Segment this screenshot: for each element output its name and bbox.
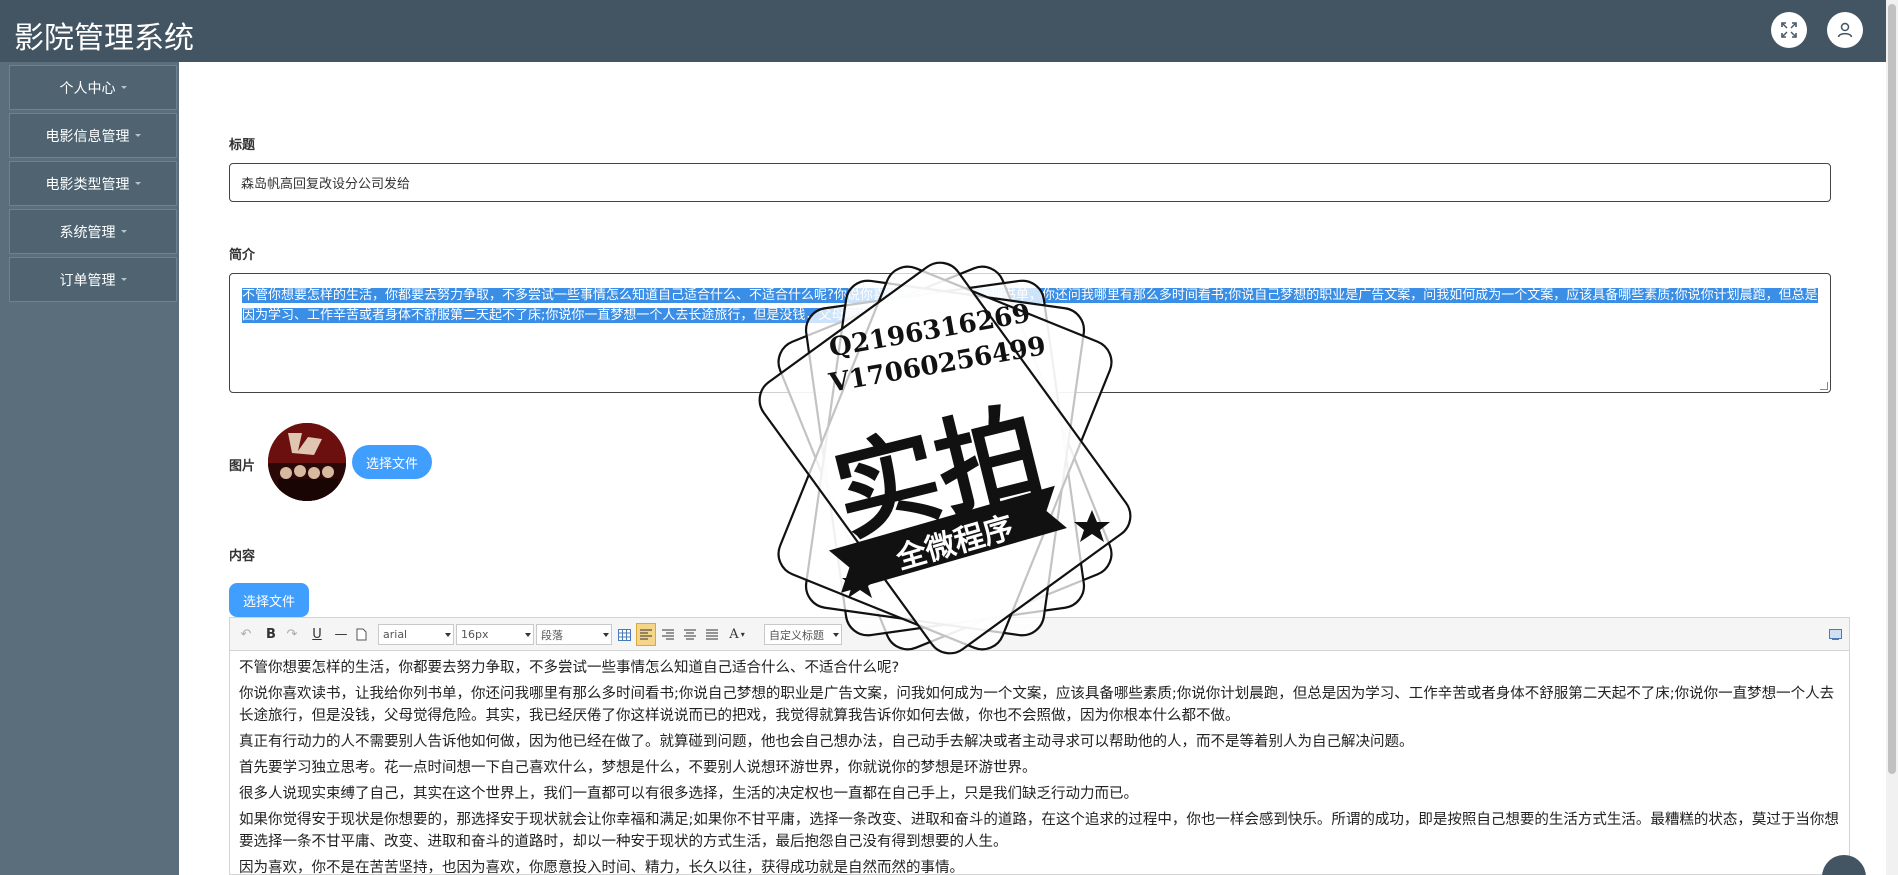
font-size-select[interactable]: 16px	[456, 624, 534, 645]
document-icon[interactable]	[354, 625, 368, 644]
content-paragraph: 不管你想要怎样的生活，你都要去努力争取，不多尝试一些事情怎么知道自己适合什么、不…	[239, 660, 900, 676]
summary-textarea[interactable]: 不管你想要怎样的生活，你都要去努力争取，不多尝试一些事情怎么知道自己适合什么、不…	[229, 273, 1831, 393]
caret-down-icon	[134, 182, 141, 185]
font-size-value: 16px	[461, 628, 489, 641]
sidebar-item-label: 电影信息管理	[45, 128, 130, 145]
bold-button[interactable]: B	[264, 625, 278, 644]
sidebar-item-label: 订单管理	[59, 272, 116, 289]
dropdown-arrow-icon	[833, 633, 839, 637]
rich-text-editor: ↶ B ↷ U — arial 16px 段落 A ▾ 自定义标题 不管你想要怎…	[229, 617, 1850, 875]
font-color-button[interactable]: A ▾	[726, 625, 748, 644]
paragraph-value: 段落	[541, 628, 563, 642]
app-title: 影院管理系统	[14, 21, 194, 56]
dropdown-arrow-icon	[445, 633, 451, 637]
horizontal-rule-icon[interactable]: —	[334, 625, 348, 644]
caret-down-icon	[134, 134, 141, 137]
custom-title-value: 自定义标题	[769, 628, 824, 642]
sidebar: 个人中心 电影信息管理 电影类型管理 系统管理 订单管理	[0, 62, 179, 875]
fullscreen-icon	[1781, 22, 1797, 38]
content-label: 内容	[229, 549, 256, 564]
editor-toolbar: ↶ B ↷ U — arial 16px 段落 A ▾ 自定义标题	[230, 618, 1849, 651]
caret-down-icon	[120, 230, 127, 233]
align-right-icon[interactable]	[660, 625, 676, 644]
summary-selected-text: 不管你想要怎样的生活，你都要去努力争取，不多尝试一些事情怎么知道自己适合什么、不…	[242, 288, 1818, 323]
top-header: 影院管理系统	[0, 0, 1886, 62]
editor-content[interactable]: 不管你想要怎样的生活，你都要去努力争取，不多尝试一些事情怎么知道自己适合什么、不…	[230, 651, 1849, 875]
user-icon	[1837, 22, 1853, 38]
image-label: 图片	[229, 459, 256, 474]
caret-down-icon	[120, 86, 127, 89]
fullscreen-button[interactable]	[1771, 12, 1807, 48]
content-paragraph: 首先要学习独立思考。花一点时间想一下自己喜欢什么，梦想是什么，不要别人说想环游世…	[239, 760, 1037, 776]
redo-icon[interactable]: ↷	[284, 625, 300, 644]
dropdown-arrow-icon	[603, 633, 609, 637]
image-choose-file-button[interactable]: 选择文件	[352, 445, 432, 479]
custom-title-select[interactable]: 自定义标题	[764, 624, 842, 645]
summary-label: 简介	[229, 248, 256, 263]
sidebar-item-system[interactable]: 系统管理	[9, 209, 177, 254]
sidebar-item-movie-info[interactable]: 电影信息管理	[9, 113, 177, 158]
content-paragraph: 真正有行动力的人不需要别人告诉他如何做，因为他已经在做了。就算碰到问题，他也会自…	[239, 734, 1414, 750]
sidebar-item-personal-center[interactable]: 个人中心	[9, 65, 177, 110]
scrollbar-thumb[interactable]	[1888, 4, 1896, 774]
content-paragraph: 如果你觉得安于现状是你想要的，那选择安于现状就会让你幸福和满足;如果你不甘平庸，…	[239, 812, 1839, 850]
align-center-icon[interactable]	[682, 625, 698, 644]
sidebar-item-label: 系统管理	[59, 224, 116, 241]
undo-icon[interactable]: ↶	[238, 625, 254, 644]
resize-handle[interactable]	[1820, 382, 1828, 390]
movie-poster-thumbnail	[268, 423, 346, 501]
dropdown-arrow-icon	[525, 633, 531, 637]
sidebar-item-label: 个人中心	[59, 80, 116, 97]
title-input[interactable]: 森岛帆高回复改设分公司发给	[229, 163, 1831, 202]
title-input-value: 森岛帆高回复改设分公司发给	[241, 177, 411, 192]
sidebar-item-orders[interactable]: 订单管理	[9, 257, 177, 302]
underline-button[interactable]: U	[310, 625, 324, 644]
page-scrollbar[interactable]	[1886, 0, 1898, 875]
font-family-select[interactable]: arial	[378, 624, 454, 645]
align-justify-icon[interactable]	[704, 625, 720, 644]
content-paragraph: 因为喜欢，你不是在苦苦坚持，也因为喜欢，你愿意投入时间、精力，长久以往，获得成功…	[239, 860, 964, 875]
paragraph-select[interactable]: 段落	[536, 624, 612, 645]
align-left-button[interactable]	[636, 623, 656, 646]
content-choose-file-button[interactable]: 选择文件	[229, 583, 309, 617]
fullscreen-editor-icon[interactable]	[1827, 625, 1843, 644]
table-icon[interactable]	[616, 625, 632, 644]
title-label: 标题	[229, 138, 256, 153]
font-color-label: A	[729, 627, 739, 642]
user-avatar-button[interactable]	[1827, 12, 1863, 48]
caret-down-icon	[120, 278, 127, 281]
content-paragraph: 你说你喜欢读书，让我给你列书单，你还问我哪里有那么多时间看书;你说自己梦想的职业…	[239, 686, 1835, 724]
content-paragraph: 很多人说现实束缚了自己，其实在这个世界上，我们一直都可以有很多选择，生活的决定权…	[239, 786, 1138, 802]
sidebar-item-label: 电影类型管理	[45, 176, 130, 193]
font-family-value: arial	[383, 628, 408, 641]
sidebar-item-movie-type[interactable]: 电影类型管理	[9, 161, 177, 206]
